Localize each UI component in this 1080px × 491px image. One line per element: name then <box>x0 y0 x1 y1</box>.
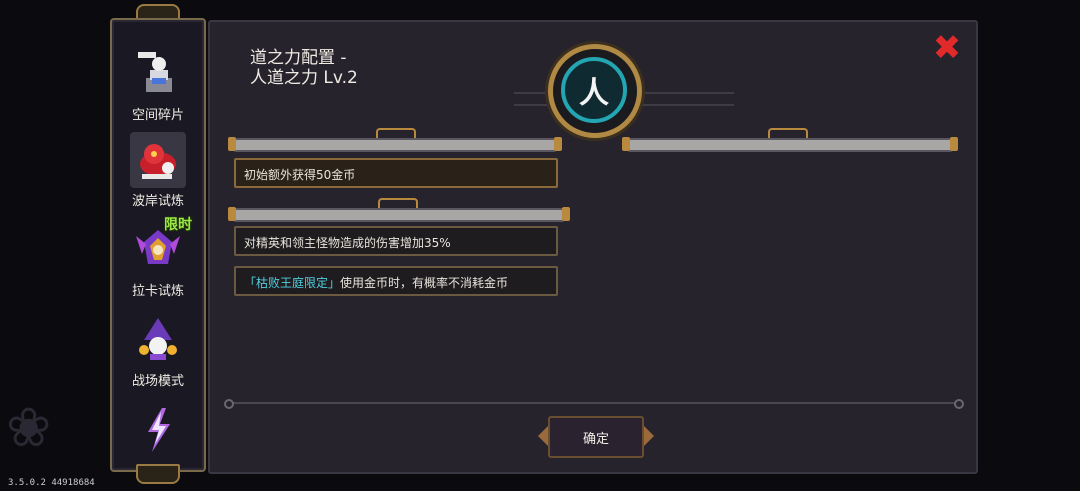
bonus-text: 使用金币时，有概率不消耗金币 <box>340 276 509 290</box>
title-line-1: 道之力配置 - <box>250 48 347 68</box>
confirm-button[interactable]: 确定 <box>538 416 654 458</box>
sidebar-item-raka-trial[interactable]: 限时 拉卡试炼 <box>122 217 194 302</box>
lightning-icon <box>130 402 186 458</box>
emblem-glyph: 人 <box>561 57 627 123</box>
sidebar-item-label: 拉卡试炼 <box>131 284 184 299</box>
mode-sidebar: 空间碎片 波岸试炼 限时 拉卡试炼 战场模式 <box>110 18 206 472</box>
rail-handle <box>378 198 418 208</box>
bonus-text: 初始额外获得50金币 <box>244 168 356 182</box>
background-flower-ornament: ❀ <box>6 396 52 459</box>
sidebar-item-space-fragment[interactable]: 空间碎片 <box>122 42 194 126</box>
confirm-label: 确定 <box>582 431 609 447</box>
arrow-right-icon <box>644 426 654 446</box>
tier-rail-second <box>228 207 570 222</box>
bonus-text: 对精英和领主怪物造成的伤害增加35% <box>244 236 451 250</box>
tier-rail-right <box>622 137 958 152</box>
close-button[interactable]: ✖ <box>932 31 962 65</box>
rail-handle <box>376 128 416 138</box>
bonus-item-3: 「枯败王庭限定」使用金币时，有概率不消耗金币 <box>234 266 558 296</box>
sidebar-bottom-ornament <box>136 464 180 484</box>
red-creature-icon <box>130 132 186 188</box>
sidebar-item-label: 波岸试炼 <box>131 194 184 209</box>
bonus-item-2: 对精英和领主怪物造成的伤害增加35% <box>234 226 558 256</box>
sidebar-item-battlefield-mode[interactable]: 战场模式 <box>122 308 194 392</box>
bonus-restriction-tag: 「枯败王庭限定」 <box>244 276 341 290</box>
page-title: 道之力配置 - 人道之力 Lv.2 <box>250 48 358 88</box>
sidebar-item-shore-trial[interactable]: 波岸试炼 <box>122 128 194 212</box>
footer-divider <box>224 399 964 409</box>
rail-handle <box>768 128 808 138</box>
version-text: 3.5.0.2 44918684 <box>8 478 95 488</box>
arrow-left-icon <box>538 426 548 446</box>
space-fragment-icon <box>130 46 186 102</box>
title-line-2: 人道之力 Lv.2 <box>250 68 358 88</box>
purple-wizard-icon <box>130 312 186 368</box>
limited-time-badge: 限时 <box>164 217 192 233</box>
tier-rail-left <box>228 137 562 152</box>
human-dao-emblem: 人 <box>548 44 642 138</box>
sidebar-item-label: 空间碎片 <box>131 108 184 123</box>
sidebar-item-label: 战场模式 <box>131 374 184 389</box>
close-icon: ✖ <box>932 28 962 68</box>
emblem-wing-right <box>634 92 734 106</box>
bonus-item-1: 初始额外获得50金币 <box>234 158 558 188</box>
